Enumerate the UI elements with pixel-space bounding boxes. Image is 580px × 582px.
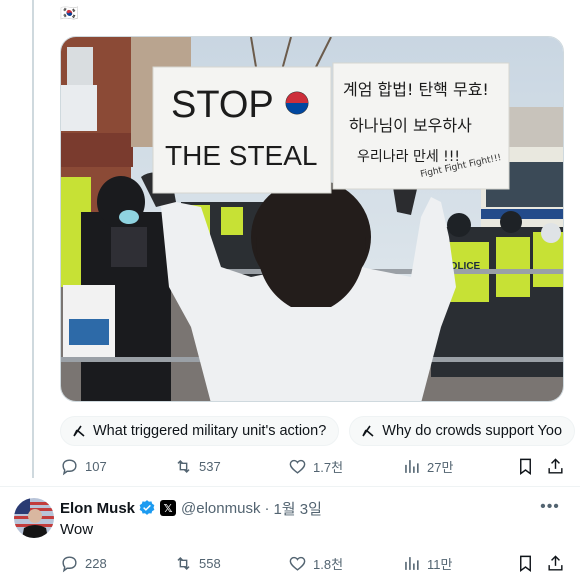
sign-left-line1: STOP (171, 84, 274, 126)
thread-line (32, 0, 34, 478)
share-icon (548, 554, 563, 571)
repost-button[interactable]: 537 (174, 457, 221, 476)
repost-count: 558 (199, 555, 221, 571)
verified-badge-icon (139, 500, 155, 515)
post-divider (0, 486, 580, 487)
sign-right-line1: 계엄 합법! 탄핵 무효! (343, 80, 489, 99)
post-date[interactable]: 1월 3일 (273, 498, 321, 519)
reply-button[interactable]: 228 (60, 554, 107, 573)
share-button[interactable] (546, 554, 571, 573)
like-button[interactable]: 1.7천 (288, 457, 343, 476)
like-count: 1.7천 (313, 459, 344, 475)
grok-icon (73, 425, 85, 437)
author-handle[interactable]: @elonmusk (181, 500, 260, 517)
like-count: 1.8천 (313, 556, 344, 572)
grok-chip-military-action[interactable]: What triggered military unit's action? (60, 416, 340, 446)
repost-button[interactable]: 558 (174, 554, 221, 573)
reply-header: Elon Musk 𝕏 @elonmusk · 1월 3일 (60, 497, 322, 519)
views-button[interactable]: 11만 (402, 554, 452, 573)
grok-chip-crowds-support[interactable]: Why do crowds support Yoo (349, 416, 576, 446)
repost-icon (177, 556, 190, 570)
views-icon (405, 556, 419, 570)
reply-button[interactable]: 107 (60, 457, 107, 476)
heart-icon (289, 556, 306, 571)
grok-chip-label: Why do crowds support Yoo (382, 423, 563, 439)
views-button[interactable]: 27만 (402, 457, 453, 476)
post-image[interactable]: POLICE STOP THE STEAL 계엄 합법! 탄핵 무효! 하나님이… (60, 36, 564, 402)
reply-action-bar: 228 558 1.8천 11만 (56, 549, 568, 577)
bookmark-icon (520, 458, 531, 475)
grok-chip-label: What triggered military unit's action? (93, 423, 327, 439)
reply-text: Wow (60, 521, 94, 538)
sign-right-line3: 우리나라 만세 !!! (357, 149, 460, 165)
like-button[interactable]: 1.8천 (288, 554, 343, 573)
reply-count: 228 (85, 555, 107, 571)
x-affiliation-icon[interactable]: 𝕏 (160, 500, 177, 516)
heart-icon (289, 459, 306, 474)
share-button[interactable] (546, 457, 571, 476)
bookmark-button[interactable] (516, 554, 541, 573)
reply-icon (62, 458, 77, 475)
more-options-icon[interactable]: ••• (538, 498, 562, 518)
reply-icon (62, 555, 77, 572)
views-count: 11만 (427, 556, 453, 572)
post-action-bar: 107 537 1.7천 27만 (56, 452, 568, 480)
share-icon (548, 457, 563, 474)
sign-right-line2: 하나님이 보우하사 (349, 116, 472, 135)
views-icon (405, 459, 419, 473)
header-separator: · (264, 499, 270, 517)
reply-count: 107 (85, 458, 107, 474)
bookmark-button[interactable] (516, 457, 541, 476)
author-name[interactable]: Elon Musk (60, 500, 135, 517)
grok-suggestion-chips: What triggered military unit's action? W… (60, 416, 580, 446)
sign-left-line2: THE STEAL (165, 140, 317, 171)
grok-icon (362, 425, 374, 437)
repost-count: 537 (199, 458, 221, 474)
views-count: 27만 (427, 459, 454, 475)
avatar[interactable] (14, 498, 54, 538)
bookmark-icon (520, 555, 531, 572)
repost-icon (177, 459, 190, 473)
korea-flag-emoji: 🇰🇷 (60, 5, 79, 22)
